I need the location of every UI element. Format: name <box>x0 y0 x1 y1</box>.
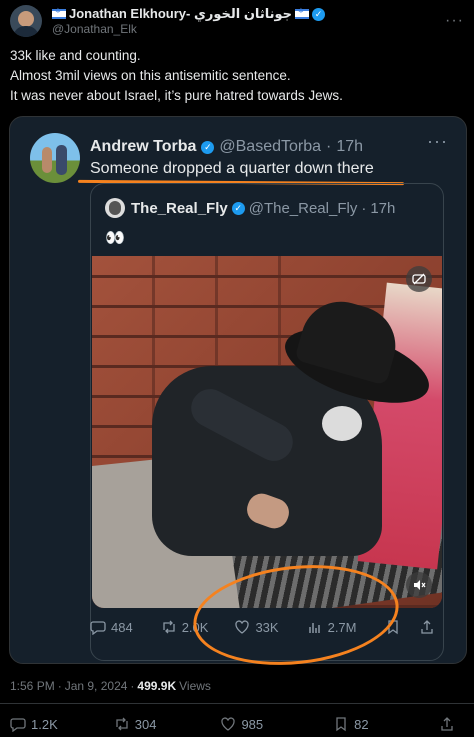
repost-button[interactable]: 304 <box>114 716 157 732</box>
share-icon <box>420 620 433 634</box>
verified-badge-icon: ✓ <box>311 7 325 21</box>
tweet-text-line: 33k like and counting. <box>10 48 141 63</box>
reply-count: 484 <box>111 619 133 635</box>
views-label: Views <box>179 679 211 693</box>
quoted-author-avatar[interactable] <box>30 133 80 183</box>
more-options-button[interactable]: ··· <box>445 12 464 30</box>
separator-dot: · <box>361 199 367 217</box>
bookmark-button[interactable]: 82 <box>333 716 369 732</box>
video-media[interactable] <box>92 256 442 608</box>
tweet-text: 33k like and counting. Almost 3mil views… <box>10 46 464 106</box>
tweet-text-line: It was never about Israel, it’s pure hat… <box>10 88 343 103</box>
quoted-tweet-time[interactable]: 17h <box>336 138 363 156</box>
tweet-time[interactable]: 1:56 PM <box>10 679 55 693</box>
inner-tweet-header: The_Real_Fly ✓ @The_Real_Fly · 17h <box>105 198 395 218</box>
repost-icon <box>116 717 128 731</box>
reply-icon <box>90 621 106 635</box>
author-handle[interactable]: @Jonathan_Elk <box>52 22 325 36</box>
tweet-text-line: Almost 3mil views on this antisemitic se… <box>10 68 291 83</box>
inner-author-handle[interactable]: @The_Real_Fly <box>249 200 358 217</box>
alt-icon[interactable] <box>406 266 432 292</box>
repost-count: 304 <box>134 716 157 732</box>
separator-dot: · <box>326 138 332 155</box>
divider <box>0 703 474 704</box>
quoted-tweet-text: Someone dropped a quarter down there <box>90 160 374 177</box>
verified-badge-icon: ✓ <box>231 201 245 215</box>
separator-dot: · <box>130 679 135 693</box>
reply-button[interactable]: 484 <box>90 619 133 635</box>
quoted-author-name[interactable]: Andrew Torba <box>90 138 196 156</box>
reply-count: 1.2K <box>31 716 58 732</box>
reply-icon <box>10 718 26 732</box>
inner-tweet-text: 👀 <box>105 230 125 247</box>
inner-tweet-time[interactable]: 17h <box>370 200 395 217</box>
quoted-author-handle[interactable]: @BasedTorba <box>219 138 321 156</box>
tweet-header: Jonathan Elkhoury- جوناثان الخوري ✓ @Jon… <box>10 4 464 38</box>
author-avatar[interactable] <box>10 5 42 37</box>
share-button[interactable] <box>439 716 455 732</box>
quoted-more-options-button[interactable]: ··· <box>427 131 448 152</box>
heart-icon <box>221 717 236 731</box>
author-display-name[interactable]: Jonathan Elkhoury- جوناثان الخوري <box>69 6 292 22</box>
inner-author-avatar[interactable] <box>105 198 125 218</box>
mute-icon[interactable] <box>406 572 432 598</box>
reply-button[interactable]: 1.2K <box>10 716 58 732</box>
share-button[interactable] <box>419 619 435 635</box>
verified-badge-icon: ✓ <box>201 140 215 154</box>
separator-dot: · <box>57 679 62 693</box>
total-views-count: 499.9K <box>137 679 177 693</box>
tweet-actions: 1.2K 304 985 82 <box>10 716 470 732</box>
quoted-tweet-header: Andrew Torba ✓ @BasedTorba · 17h Someone… <box>30 133 446 183</box>
israel-flag-icon <box>294 7 309 19</box>
bookmark-icon <box>336 717 346 732</box>
tweet-meta: 1:56 PM · Jan 9, 2024 · 499.9K Views <box>10 679 211 693</box>
inner-author-name[interactable]: The_Real_Fly <box>131 200 228 217</box>
author-names: Jonathan Elkhoury- جوناثان الخوري ✓ @Jon… <box>52 6 325 36</box>
like-count: 985 <box>241 716 264 732</box>
repost-icon <box>163 620 175 634</box>
bookmark-count: 82 <box>354 716 369 732</box>
like-button[interactable]: 985 <box>220 716 263 732</box>
tweet-date[interactable]: Jan 9, 2024 <box>65 679 128 693</box>
israel-flag-icon <box>52 7 66 19</box>
share-icon <box>440 717 453 731</box>
